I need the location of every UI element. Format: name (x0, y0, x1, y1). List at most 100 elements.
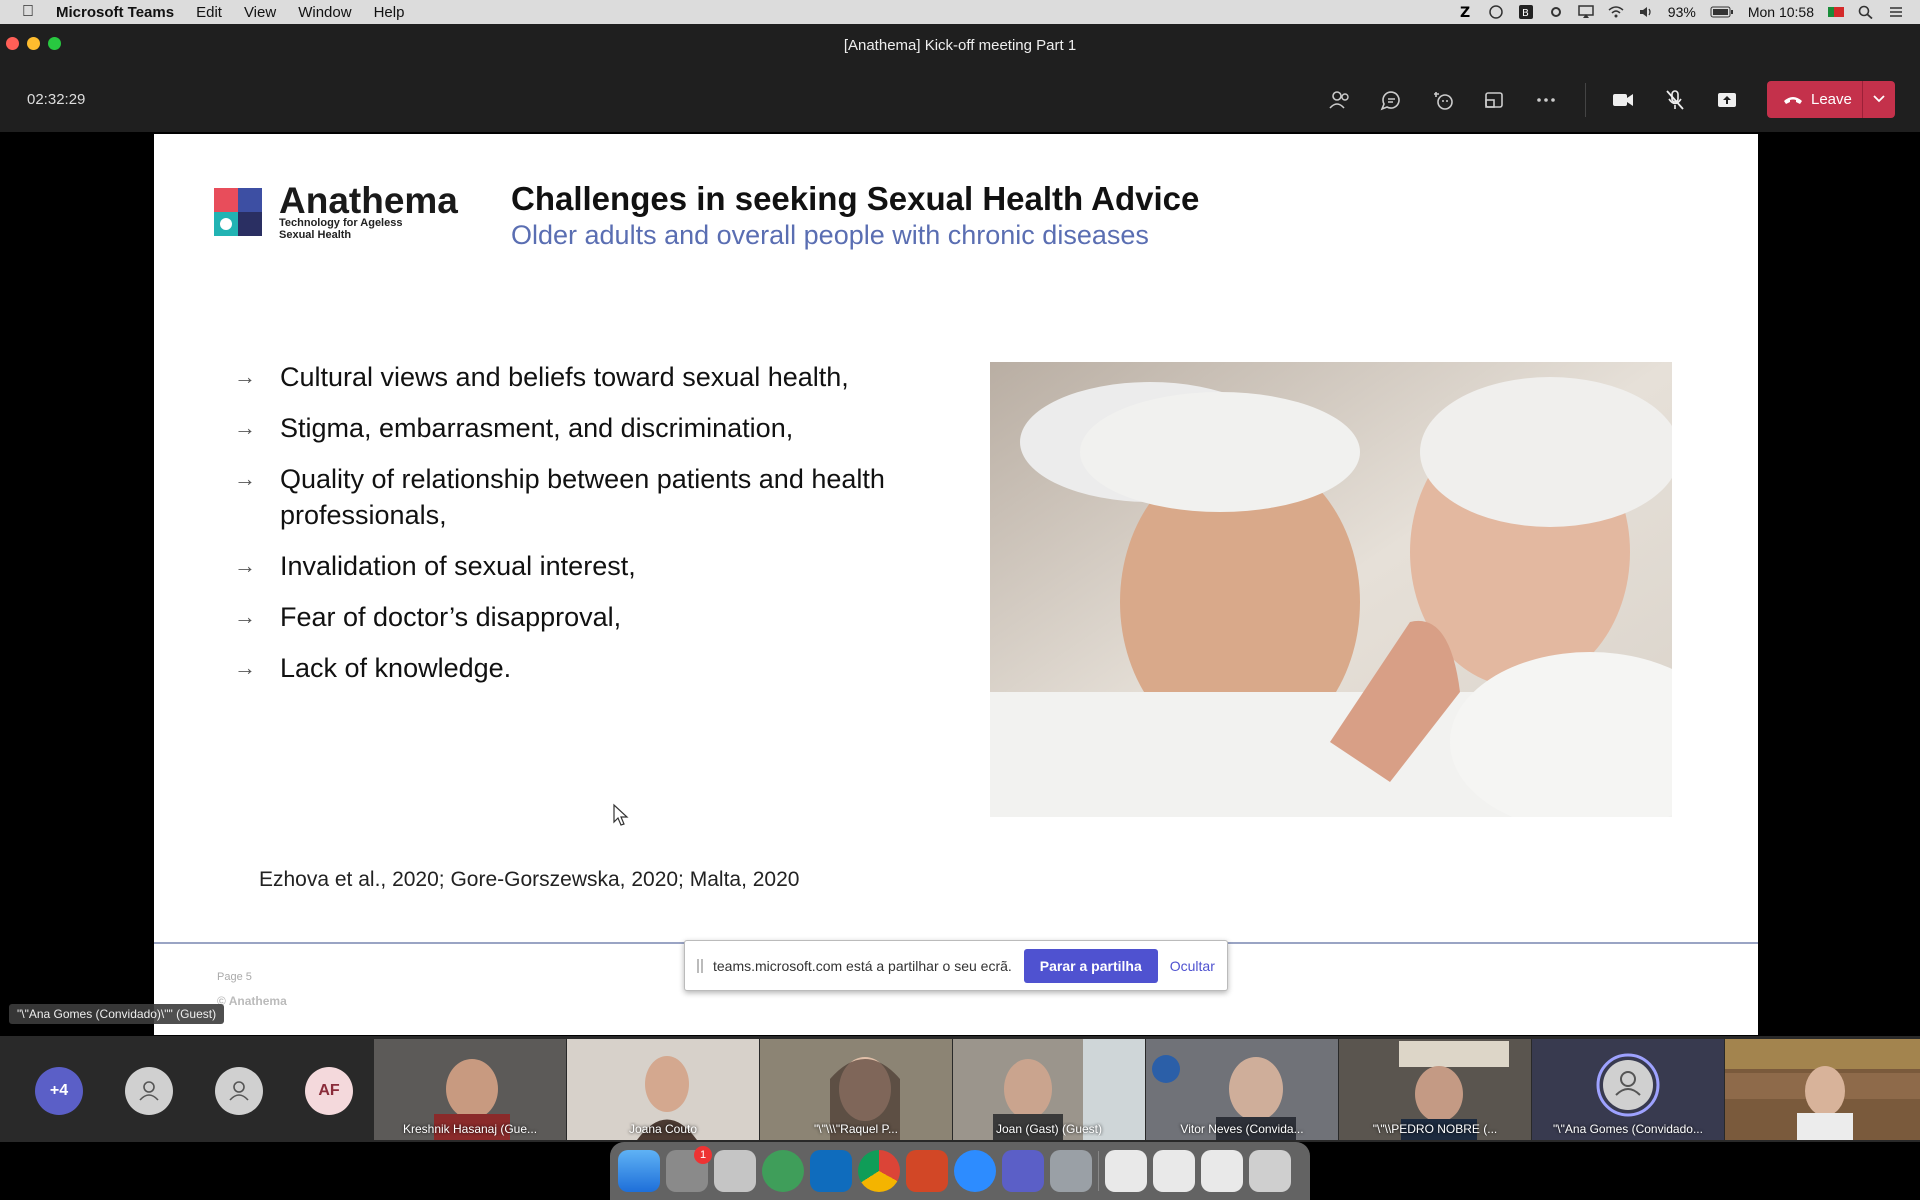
menu-bar:  Microsoft Teams Edit View Window Help … (0, 0, 1920, 24)
keychain-icon[interactable] (714, 1150, 756, 1192)
recent-document-icon[interactable] (1105, 1150, 1147, 1192)
menu-clock[interactable]: Mon 10:58 (1748, 4, 1814, 20)
overflow-participants-button[interactable]: +4 (35, 1067, 83, 1115)
flag-icon[interactable] (1828, 5, 1844, 19)
arrow-icon: → (234, 415, 256, 440)
control-center-icon[interactable] (1888, 5, 1904, 19)
participant-avatar[interactable] (215, 1067, 263, 1115)
mic-muted-icon[interactable] (1662, 87, 1688, 113)
outlook-icon[interactable] (810, 1150, 852, 1192)
bullet-text: Stigma, embarrasment, and discrimination… (280, 413, 794, 443)
participant-name: "\"Ana Gomes (Convidado... (1553, 1122, 1703, 1136)
stop-sharing-button[interactable]: Parar a partilha (1023, 948, 1158, 983)
arrow-icon: → (234, 466, 256, 491)
svg-text:B: B (1522, 8, 1529, 19)
powerpoint-icon[interactable] (906, 1150, 948, 1192)
window-titlebar: [Anathema] Kick-off meeting Part 1 (0, 24, 1920, 66)
slide-copyright: © Anathema (217, 994, 287, 1008)
chrome-icon[interactable] (858, 1150, 900, 1192)
window-title: [Anathema] Kick-off meeting Part 1 (843, 36, 1077, 54)
zoom-window-button[interactable] (48, 37, 61, 50)
camera-icon[interactable] (1610, 87, 1636, 113)
macos-dock: 1 (610, 1142, 1310, 1200)
bullet-text: Quality of relationship between patients… (280, 464, 885, 530)
preview-icon[interactable] (1050, 1150, 1092, 1192)
more-options-icon[interactable] (1533, 87, 1559, 113)
gear-status-icon[interactable] (1548, 5, 1564, 19)
participant-video-tile[interactable]: "\"\\\"Raquel P... (760, 1039, 952, 1140)
menu-edit[interactable]: Edit (196, 4, 222, 21)
drag-handle[interactable] (697, 958, 703, 973)
hide-banner-button[interactable]: Ocultar (1170, 958, 1215, 974)
person-icon (229, 1081, 249, 1101)
participant-video-tile[interactable]: Vitor Neves (Convida... (1146, 1039, 1338, 1140)
participant-name: Kreshnik Hasanaj (Gue... (402, 1122, 538, 1136)
participant-name: Vitor Neves (Convida... (1180, 1122, 1304, 1136)
minimize-window-button[interactable] (27, 37, 40, 50)
spotlight-icon[interactable] (1858, 5, 1874, 19)
participant-video-tile[interactable] (1725, 1039, 1920, 1140)
b-status-icon[interactable]: B (1518, 5, 1534, 19)
chevron-down-icon[interactable] (1872, 91, 1886, 105)
network-app-icon[interactable] (762, 1150, 804, 1192)
list-item: → Lack of knowledge. (234, 650, 914, 686)
zoom-icon[interactable] (954, 1150, 996, 1192)
menu-view[interactable]: View (244, 4, 276, 21)
reactions-icon[interactable] (1430, 87, 1456, 113)
finder-icon[interactable] (618, 1150, 660, 1192)
person-icon (139, 1081, 159, 1101)
logo-tagline: Technology for Ageless Sexual Health (279, 217, 402, 241)
participant-name: "\"\\PEDRO NOBRE (... (1372, 1122, 1498, 1136)
close-window-button[interactable] (6, 37, 19, 50)
zoom-status-icon[interactable]: Z (1458, 5, 1474, 19)
volume-icon[interactable] (1638, 5, 1654, 19)
participant-video (1725, 1039, 1920, 1140)
participant-video-tile[interactable]: "\"\\PEDRO NOBRE (... (1339, 1039, 1531, 1140)
arrow-icon: → (234, 364, 256, 389)
apple-menu-icon[interactable]:  (22, 4, 38, 20)
recent-document-icon[interactable] (1153, 1150, 1195, 1192)
menu-window[interactable]: Window (298, 4, 351, 21)
menu-app-name[interactable]: Microsoft Teams (56, 4, 174, 21)
presentation-slide: Anathema Technology for Ageless Sexual H… (154, 134, 1758, 1035)
screen-share-banner: teams.microsoft.com está a partilhar o s… (684, 940, 1228, 991)
page-number: Page 5 (217, 971, 252, 983)
share-screen-icon[interactable] (1714, 87, 1740, 113)
participant-video-tile[interactable]: Joan (Gast) (Guest) (953, 1039, 1145, 1140)
airplay-icon[interactable] (1578, 5, 1594, 19)
bullet-text: Invalidation of sexual interest, (280, 551, 636, 581)
arrow-icon: → (234, 553, 256, 578)
meeting-toolbar: 02:32:29 Leave (0, 66, 1920, 132)
leave-button[interactable]: Leave (1767, 81, 1895, 118)
leave-split (1862, 81, 1863, 118)
participant-name: Joana Couto (628, 1122, 698, 1136)
list-item: → Stigma, embarrasment, and discriminatio… (234, 410, 914, 446)
slide-title: Challenges in seeking Sexual Health Advi… (511, 180, 1200, 217)
recent-document-icon[interactable] (1201, 1150, 1243, 1192)
menu-help[interactable]: Help (374, 4, 405, 21)
participant-avatar[interactable] (125, 1067, 173, 1115)
battery-icon[interactable] (1710, 5, 1734, 19)
participant-video-tile[interactable]: Kreshnik Hasanaj (Gue... (374, 1039, 566, 1140)
rooms-icon[interactable] (1481, 87, 1507, 113)
participants-icon[interactable] (1327, 87, 1353, 113)
participant-video-tile[interactable]: Joana Couto (567, 1039, 759, 1140)
logo-tagline-line-2: Sexual Health (279, 229, 352, 241)
mouse-cursor-icon (613, 803, 629, 826)
participant-avatar-tile[interactable]: "\"Ana Gomes (Convidado... (1532, 1039, 1724, 1140)
bullet-text: Fear of doctor’s disapproval, (280, 602, 622, 632)
teams-icon[interactable] (1002, 1150, 1044, 1192)
system-preferences-icon[interactable]: 1 (666, 1146, 712, 1192)
trash-icon[interactable] (1249, 1150, 1291, 1192)
app-status-icon[interactable] (1488, 5, 1504, 19)
dock-divider (1098, 1151, 1099, 1191)
list-item: → Invalidation of sexual interest, (234, 548, 914, 584)
participant-initials-avatar[interactable]: AF (305, 1067, 353, 1115)
participant-strip: +4 AF Kreshnik Hasanaj (Gue... Joana Cou… (0, 1036, 1920, 1142)
hang-up-icon (1784, 96, 1802, 104)
speaker-name-label: "\"Ana Gomes (Convidado)\"" (Guest) (9, 1004, 225, 1024)
participant-name: "\"\\\"Raquel P... (814, 1122, 898, 1136)
chat-icon[interactable] (1378, 87, 1404, 113)
wifi-icon[interactable] (1608, 5, 1624, 19)
elderly-couple-photo (990, 362, 1672, 817)
